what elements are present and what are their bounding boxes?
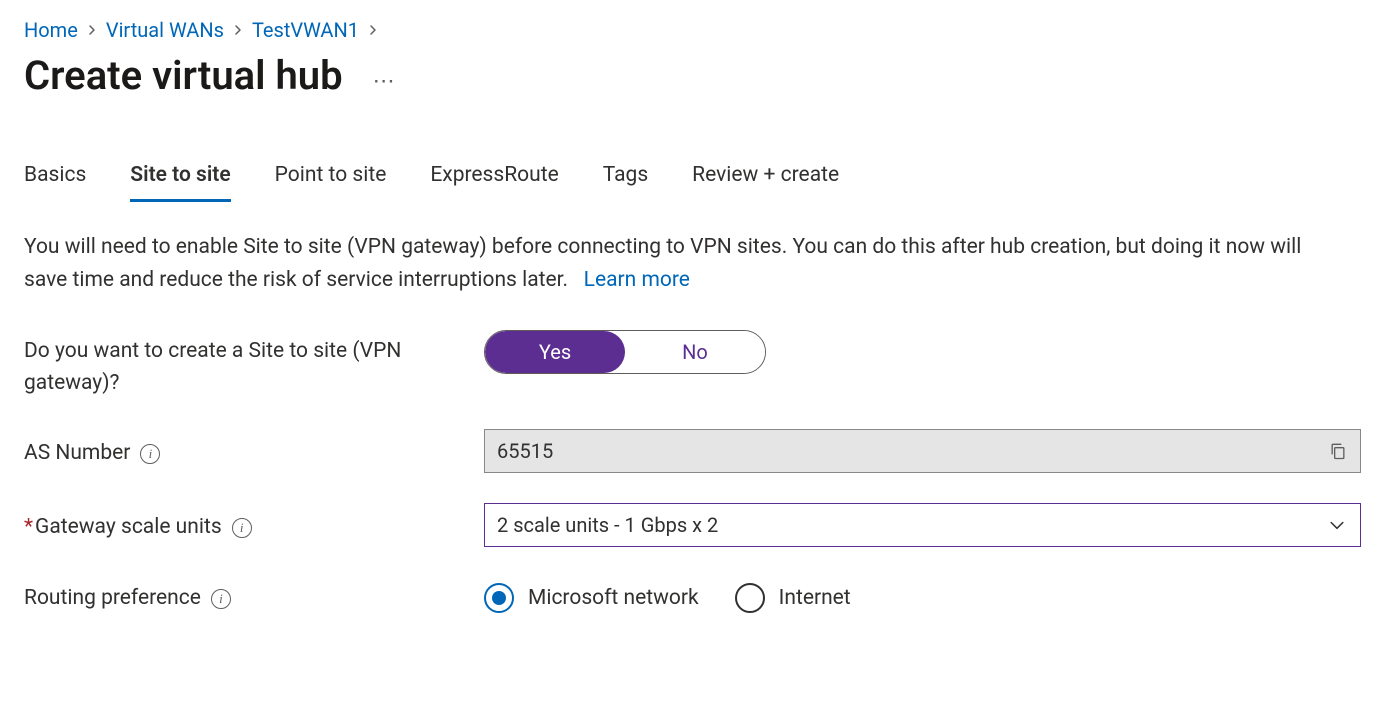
- tab-tags[interactable]: Tags: [603, 159, 648, 202]
- more-actions-button[interactable]: ⋯: [367, 67, 403, 97]
- radio-internet[interactable]: Internet: [735, 583, 851, 613]
- learn-more-link[interactable]: Learn more: [584, 268, 690, 292]
- toggle-yes[interactable]: Yes: [485, 331, 625, 373]
- radio-label: Microsoft network: [528, 586, 699, 610]
- as-number-value: 65515: [497, 439, 553, 463]
- breadcrumb-virtual-wans[interactable]: Virtual WANs: [106, 18, 224, 42]
- breadcrumb: Home Virtual WANs TestVWAN1: [24, 18, 1361, 42]
- tab-review-create[interactable]: Review + create: [692, 159, 839, 202]
- tabs: Basics Site to site Point to site Expres…: [24, 159, 1361, 203]
- tab-expressroute[interactable]: ExpressRoute: [430, 159, 558, 202]
- create-gateway-label: Do you want to create a Site to site (VP…: [24, 330, 484, 399]
- radio-microsoft-network[interactable]: Microsoft network: [484, 583, 699, 613]
- routing-preference-label: Routing preference i: [24, 577, 484, 615]
- scale-units-value: 2 scale units - 1 Gbps x 2: [497, 513, 718, 537]
- page-title: Create virtual hub: [24, 52, 343, 99]
- as-number-label: AS Number i: [24, 432, 484, 470]
- info-icon[interactable]: i: [232, 518, 252, 538]
- tab-description: You will need to enable Site to site (VP…: [24, 231, 1344, 296]
- radio-dot-icon: [735, 583, 765, 613]
- routing-preference-group: Microsoft network Internet: [484, 579, 1361, 613]
- scale-units-dropdown[interactable]: 2 scale units - 1 Gbps x 2: [484, 503, 1361, 547]
- radio-dot-icon: [484, 583, 514, 613]
- chevron-right-icon: [84, 24, 100, 36]
- create-gateway-toggle: Yes No: [484, 330, 766, 374]
- breadcrumb-testvwan1[interactable]: TestVWAN1: [252, 18, 359, 42]
- copy-icon[interactable]: [1328, 441, 1348, 461]
- tab-basics[interactable]: Basics: [24, 159, 86, 202]
- radio-label: Internet: [779, 586, 851, 610]
- tab-site-to-site[interactable]: Site to site: [130, 159, 230, 202]
- breadcrumb-home[interactable]: Home: [24, 18, 78, 42]
- chevron-right-icon: [230, 24, 246, 36]
- chevron-right-icon: [365, 24, 381, 36]
- toggle-no[interactable]: No: [625, 331, 765, 373]
- chevron-down-icon: [1326, 514, 1348, 536]
- info-icon[interactable]: i: [140, 444, 160, 464]
- as-number-field: 65515: [484, 429, 1361, 473]
- info-icon[interactable]: i: [211, 589, 231, 609]
- scale-units-label: *Gateway scale units i: [24, 506, 484, 544]
- tab-point-to-site[interactable]: Point to site: [275, 159, 387, 202]
